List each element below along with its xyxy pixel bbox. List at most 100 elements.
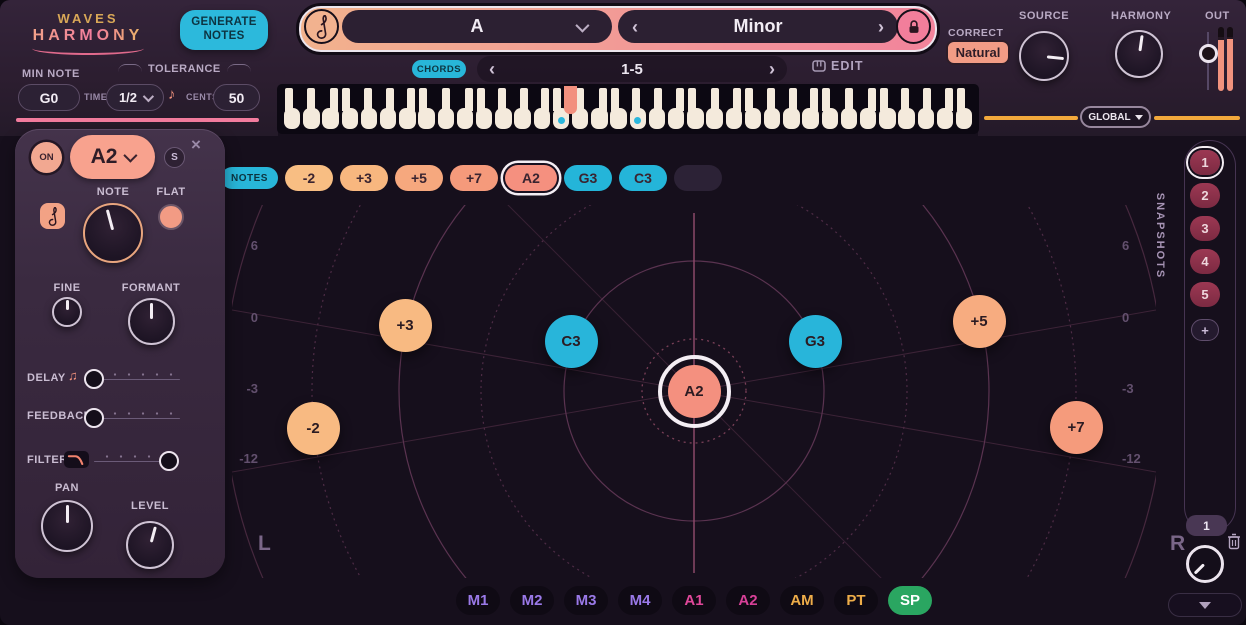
radar-node-selected[interactable]: A2 <box>657 354 731 428</box>
flat-button[interactable] <box>158 204 184 230</box>
white-key[interactable] <box>284 88 301 129</box>
lock-button[interactable] <box>896 9 931 44</box>
generate-notes-button[interactable]: GENERATE NOTES <box>180 10 268 50</box>
mode-button-A1[interactable]: A1 <box>672 586 716 615</box>
white-key[interactable] <box>360 88 378 129</box>
formant-knob[interactable] <box>128 298 175 345</box>
scale-next-arrow[interactable]: › <box>878 18 884 36</box>
radar-node-+7[interactable]: +7 <box>1049 400 1103 454</box>
global-menu-button[interactable]: GLOBAL <box>1080 106 1151 128</box>
white-key[interactable] <box>898 88 915 129</box>
chord-next-arrow[interactable]: › <box>769 60 775 78</box>
snapshot-button-4[interactable]: 4 <box>1190 249 1220 274</box>
mode-button-PT[interactable]: PT <box>834 586 878 615</box>
white-key[interactable] <box>917 88 934 129</box>
solo-button[interactable]: S <box>164 147 185 168</box>
white-key[interactable] <box>610 88 627 129</box>
mode-button-AM[interactable]: AM <box>780 586 824 615</box>
white-key[interactable] <box>860 88 877 129</box>
edit-button[interactable]: EDIT <box>812 59 863 73</box>
key-select[interactable]: A <box>342 10 612 43</box>
radar-node-C3[interactable]: C3 <box>544 314 598 368</box>
radar-node-A2[interactable]: A2 <box>667 364 721 418</box>
white-key[interactable] <box>418 88 435 129</box>
radar-node-+3[interactable]: +3 <box>378 298 432 352</box>
fine-knob[interactable] <box>52 297 82 327</box>
min-note-field[interactable]: G0 <box>18 84 80 111</box>
highlighted-black-key[interactable] <box>564 86 578 114</box>
pan-knob[interactable] <box>41 500 93 552</box>
filter-slider[interactable] <box>94 451 179 471</box>
level-knob[interactable] <box>126 521 174 569</box>
note-pill-empty[interactable] <box>673 165 722 191</box>
note-pill-A2[interactable]: A2 <box>504 165 557 191</box>
snapshot-button-3[interactable]: 3 <box>1190 216 1220 241</box>
time-select[interactable]: 1/2 <box>106 84 164 111</box>
white-key[interactable] <box>821 88 838 129</box>
voice-on-button[interactable]: ON <box>31 142 62 173</box>
trash-icon[interactable] <box>1227 533 1241 555</box>
white-key[interactable] <box>341 88 358 129</box>
snapshot-button-1[interactable]: 1 <box>1190 150 1220 175</box>
radar-node-+5[interactable]: +5 <box>952 294 1006 348</box>
scale-select[interactable]: ‹ Minor › <box>618 10 898 43</box>
note-pill-plus3[interactable]: +3 <box>339 165 388 191</box>
chords-badge[interactable]: CHORDS <box>412 60 466 78</box>
snapshot-add-button[interactable]: + <box>1191 319 1219 341</box>
white-key[interactable] <box>706 88 723 129</box>
source-knob[interactable] <box>1019 31 1069 81</box>
notes-row-header[interactable]: NOTES <box>221 167 278 189</box>
white-key[interactable] <box>687 88 704 129</box>
snapshot-button-2[interactable]: 2 <box>1190 183 1220 208</box>
white-key[interactable] <box>936 88 954 129</box>
voice-select[interactable]: A2 <box>70 135 155 179</box>
snapshot-bank-value[interactable]: 1 <box>1186 515 1227 536</box>
delay-slider[interactable] <box>84 369 180 389</box>
white-key[interactable] <box>840 88 858 129</box>
scale-prev-arrow[interactable]: ‹ <box>632 18 638 36</box>
mode-button-M4[interactable]: M4 <box>618 586 662 615</box>
white-key[interactable] <box>879 88 896 129</box>
white-key[interactable] <box>533 88 550 129</box>
white-key[interactable] <box>783 88 800 129</box>
white-key[interactable] <box>476 88 493 129</box>
note-pill-minus2[interactable]: -2 <box>284 165 333 191</box>
white-key[interactable] <box>668 88 685 129</box>
mode-button-A2[interactable]: A2 <box>726 586 770 615</box>
white-key[interactable] <box>495 88 512 129</box>
harmony-knob[interactable] <box>1115 30 1163 78</box>
white-key[interactable] <box>456 88 474 129</box>
snapshot-morph-knob[interactable] <box>1186 545 1224 583</box>
chord-prev-arrow[interactable]: ‹ <box>489 60 495 78</box>
radar-node--2[interactable]: -2 <box>286 401 340 455</box>
filter-slider-handle[interactable] <box>158 451 179 471</box>
mode-button-M3[interactable]: M3 <box>564 586 608 615</box>
note-pill-C3[interactable]: C3 <box>618 165 667 191</box>
note-pill-plus7[interactable]: +7 <box>449 165 498 191</box>
feedback-slider[interactable] <box>84 408 180 428</box>
white-key[interactable] <box>437 88 454 129</box>
delay-slider-handle[interactable] <box>84 369 105 389</box>
white-key[interactable] <box>322 88 339 129</box>
white-key[interactable] <box>514 88 531 129</box>
white-key[interactable] <box>764 88 781 129</box>
white-key[interactable] <box>744 88 762 129</box>
white-key[interactable] <box>802 88 819 129</box>
mode-button-M1[interactable]: M1 <box>456 586 500 615</box>
mode-button-M2[interactable]: M2 <box>510 586 554 615</box>
white-key[interactable] <box>380 88 397 129</box>
white-key[interactable] <box>725 88 742 129</box>
feedback-slider-handle[interactable] <box>84 408 105 428</box>
white-key[interactable] <box>399 88 416 129</box>
mode-button-SP[interactable]: SP <box>888 586 932 615</box>
white-key[interactable] <box>648 88 666 129</box>
correct-mode-button[interactable]: Natural <box>946 40 1010 65</box>
bottom-dropdown-button[interactable] <box>1168 593 1242 617</box>
note-pill-plus5[interactable]: +5 <box>394 165 443 191</box>
close-voice-button[interactable]: × <box>191 135 201 155</box>
white-key[interactable] <box>303 88 320 129</box>
white-key[interactable] <box>591 88 608 129</box>
radar-node-G3[interactable]: G3 <box>788 314 842 368</box>
note-knob[interactable] <box>83 203 143 263</box>
white-key[interactable] <box>956 88 973 129</box>
